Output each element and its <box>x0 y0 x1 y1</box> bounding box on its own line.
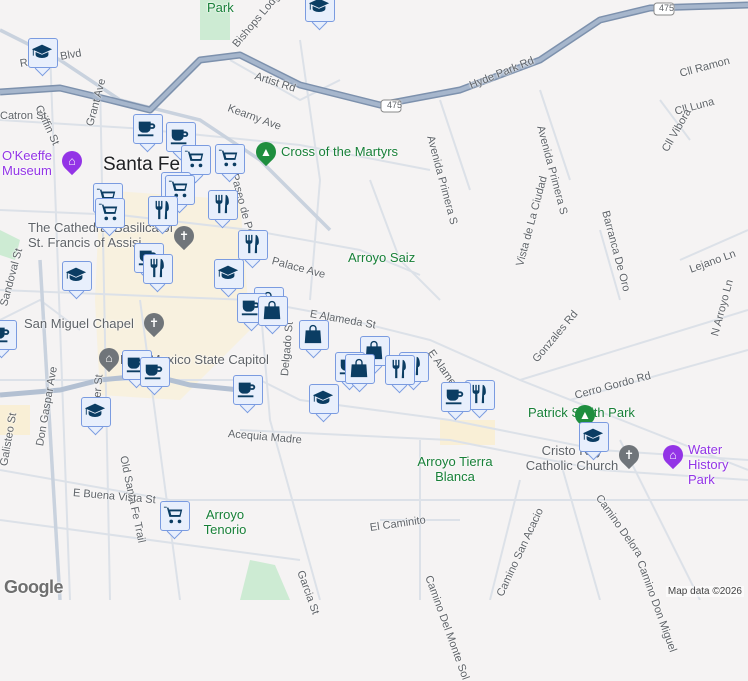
school-icon <box>31 41 53 63</box>
restaurant-marker[interactable] <box>385 355 415 397</box>
shopping-bag-icon <box>348 357 370 379</box>
google-logo: Google <box>4 577 64 597</box>
shopping-cart-icon <box>218 147 240 169</box>
school-icon <box>312 387 334 409</box>
coffee-icon <box>136 117 158 139</box>
shopping-bag-icon <box>261 299 283 321</box>
shopping-cart-icon <box>163 504 185 526</box>
street-label: Catron St <box>0 110 47 122</box>
shopping-bag-marker[interactable] <box>345 354 375 396</box>
school-marker[interactable] <box>62 261 92 303</box>
museum-pin[interactable]: ⌂ <box>658 440 688 470</box>
school-icon <box>582 425 604 447</box>
shopping-bag-marker[interactable] <box>299 320 329 362</box>
coffee-marker[interactable] <box>233 375 263 417</box>
museum-label[interactable]: Water History Park <box>688 442 746 487</box>
park-label[interactable]: Arroyo Tenorio <box>202 507 248 537</box>
park-label[interactable]: Park <box>207 0 234 15</box>
poi-label[interactable]: San Miguel Chapel <box>24 316 134 331</box>
capitol-pin[interactable]: ⌂ <box>94 343 124 373</box>
restaurant-marker[interactable] <box>143 254 173 296</box>
school-icon <box>84 400 106 422</box>
park-label[interactable]: Arroyo Tierra Blanca <box>415 454 495 484</box>
school-marker[interactable] <box>81 397 111 439</box>
museum-icon: ⌂ <box>669 448 677 462</box>
shopping-cart-icon <box>184 148 206 170</box>
poi-label[interactable]: Cristo Rey Catholic Church <box>517 443 627 473</box>
coffee-icon <box>444 385 466 407</box>
park-label[interactable]: Cross of the Martyrs <box>281 144 398 159</box>
church-pin[interactable]: ✝ <box>614 440 644 470</box>
coffee-icon <box>169 125 191 147</box>
school-marker[interactable] <box>579 422 609 464</box>
restaurant-icon <box>468 383 490 405</box>
school-marker[interactable] <box>309 384 339 426</box>
park-pin[interactable]: ▲ <box>251 137 281 167</box>
route-shield-label: 475 <box>659 3 675 13</box>
restaurant-icon <box>151 199 173 221</box>
school-marker[interactable] <box>305 0 335 34</box>
coffee-icon <box>236 378 258 400</box>
restaurant-icon <box>146 257 168 279</box>
coffee-icon <box>143 360 165 382</box>
shopping-bag-icon <box>302 323 324 345</box>
school-marker[interactable] <box>28 38 58 80</box>
museum-label[interactable]: O'Keeffe Museum <box>2 148 62 178</box>
restaurant-icon <box>211 193 233 215</box>
coffee-icon <box>0 323 12 345</box>
church-pin[interactable]: ✝ <box>139 308 169 338</box>
coffee-marker[interactable] <box>133 114 163 156</box>
coffee-marker[interactable] <box>0 320 17 362</box>
building-icon: ⌂ <box>105 351 113 365</box>
shopping-cart-icon <box>98 201 120 223</box>
cross-icon: ✝ <box>148 316 160 330</box>
restaurant-marker[interactable] <box>148 196 178 238</box>
restaurant-icon <box>241 233 263 255</box>
map-attribution[interactable]: Map data ©2026 <box>665 586 744 597</box>
shopping-marker[interactable] <box>95 198 125 240</box>
museum-icon: ⌂ <box>68 154 76 168</box>
shopping-marker[interactable] <box>160 501 190 543</box>
shopping-bag-marker[interactable] <box>258 296 288 338</box>
restaurant-marker[interactable] <box>208 190 238 232</box>
museum-pin[interactable]: ⌂ <box>57 146 87 176</box>
restaurant-icon <box>388 358 410 380</box>
coffee-marker[interactable] <box>140 357 170 399</box>
map-canvas[interactable] <box>0 0 748 600</box>
school-icon <box>65 264 87 286</box>
school-icon <box>308 0 330 17</box>
cross-icon: ✝ <box>623 448 635 462</box>
route-shield-label: 475 <box>387 100 403 110</box>
tree-icon: ▲ <box>260 145 272 159</box>
school-icon <box>217 262 239 284</box>
coffee-marker[interactable] <box>441 382 471 424</box>
park-label[interactable]: Arroyo Saiz <box>348 250 415 265</box>
shopping-marker[interactable] <box>215 144 245 186</box>
